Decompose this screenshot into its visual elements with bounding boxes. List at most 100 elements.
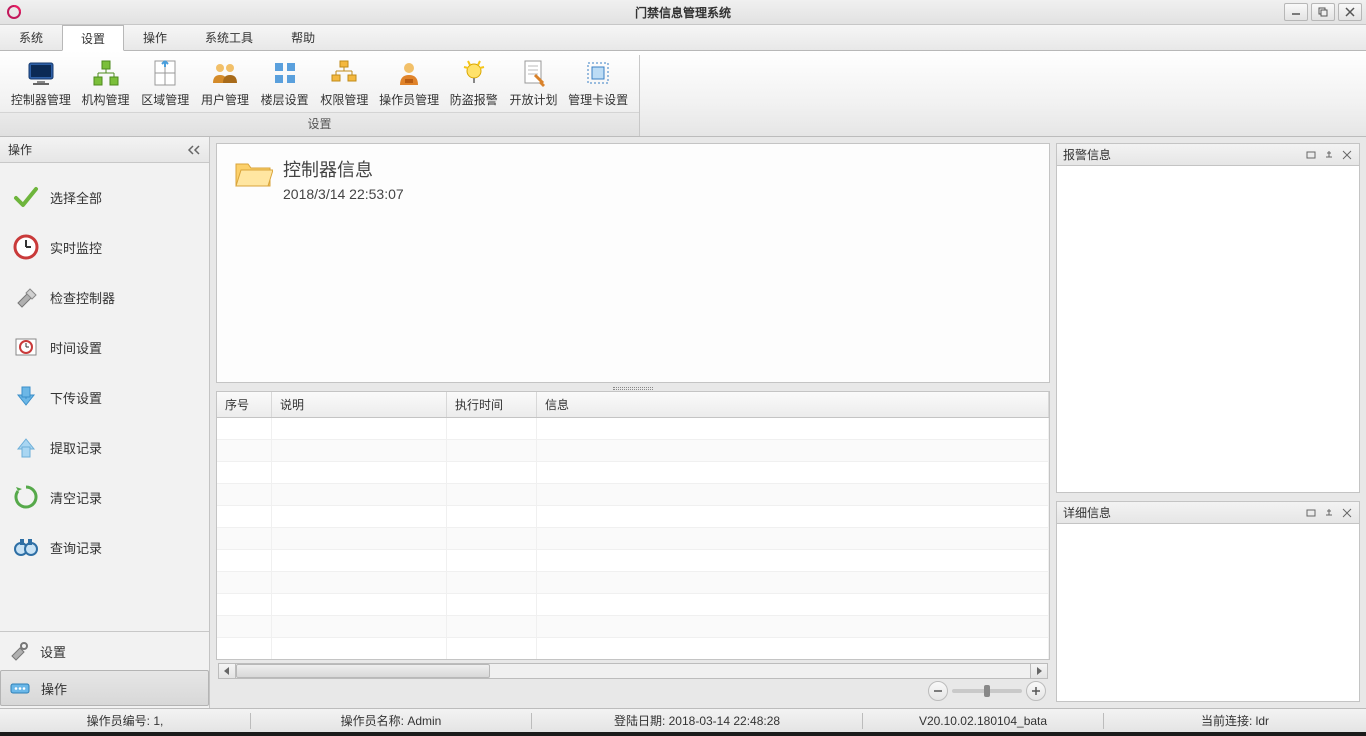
status-operator-name-value: Admin (407, 714, 441, 728)
log-table: 序号 说明 执行时间 信息 (216, 391, 1050, 660)
close-button[interactable] (1338, 3, 1362, 21)
ribbon-perm-mgmt[interactable]: 权限管理 (315, 55, 375, 112)
side-item-time-settings[interactable]: 时间设置 (4, 323, 205, 371)
recycle-icon (12, 483, 40, 511)
status-connection-label: 当前连接: (1201, 714, 1252, 728)
alarm-icon (458, 57, 490, 89)
side-item-download-settings[interactable]: 下传设置 (4, 373, 205, 421)
side-bottom-settings[interactable]: 设置 (0, 634, 209, 668)
wrench-icon (8, 640, 30, 662)
ribbon-label: 开放计划 (509, 91, 557, 108)
side-item-query-records[interactable]: 查询记录 (4, 523, 205, 571)
table-body (217, 418, 1049, 659)
status-operator-name-label: 操作员名称: (341, 714, 404, 728)
ribbon-operator-mgmt[interactable]: 操作员管理 (374, 55, 444, 112)
col-exectime[interactable]: 执行时间 (447, 392, 537, 417)
panel-window-icon[interactable] (1305, 507, 1317, 519)
side-item-select-all[interactable]: 选择全部 (4, 173, 205, 221)
info-panel-timestamp: 2018/3/14 22:53:07 (283, 186, 404, 202)
col-info[interactable]: 信息 (537, 392, 1049, 417)
status-login-date-label: 登陆日期: (614, 714, 665, 728)
alarm-panel: 报警信息 (1056, 143, 1360, 493)
panel-close-icon[interactable] (1341, 507, 1353, 519)
ribbon-label: 区域管理 (141, 91, 189, 108)
menu-operate[interactable]: 操作 (124, 25, 186, 50)
table-row (217, 440, 1049, 462)
scroll-right-button[interactable] (1030, 663, 1048, 679)
floors-icon (269, 57, 301, 89)
side-item-label: 清空记录 (50, 488, 102, 507)
side-panel-title: 操作 (8, 141, 32, 158)
zoom-bar (216, 680, 1050, 702)
main-area: 操作 选择全部 实时监控 检查控制器 时间设置 下传设置 (0, 137, 1366, 708)
org-icon (90, 57, 122, 89)
ribbon: 控制器管理 机构管理 区域管理 用户管理 楼层设置 权限管理 操作员管理 防盗 (0, 51, 1366, 137)
ribbon-floor-settings[interactable]: 楼层设置 (255, 55, 315, 112)
detail-panel: 详细信息 (1056, 501, 1360, 702)
clock-icon (12, 233, 40, 261)
ribbon-label: 控制器管理 (11, 91, 71, 108)
menu-system[interactable]: 系统 (0, 25, 62, 50)
panel-pin-icon[interactable] (1323, 149, 1335, 161)
app-title: 门禁信息管理系统 (0, 4, 1366, 21)
ribbon-user-mgmt[interactable]: 用户管理 (195, 55, 255, 112)
ribbon-controller-mgmt[interactable]: 控制器管理 (6, 55, 76, 112)
status-login-date-value: 2018-03-14 22:48:28 (669, 714, 780, 728)
side-item-realtime[interactable]: 实时监控 (4, 223, 205, 271)
alarm-panel-title: 报警信息 (1063, 146, 1111, 163)
side-panel-header: 操作 (0, 137, 209, 163)
col-seq[interactable]: 序号 (217, 392, 272, 417)
ribbon-card-settings[interactable]: 管理卡设置 (563, 55, 633, 112)
side-bottom-operate[interactable]: 操作 (0, 670, 209, 706)
side-item-check-controller[interactable]: 检查控制器 (4, 273, 205, 321)
ribbon-alarm[interactable]: 防盗报警 (444, 55, 504, 112)
collapse-icon[interactable] (187, 143, 201, 157)
side-item-extract-records[interactable]: 提取记录 (4, 423, 205, 471)
zoom-out-button[interactable] (928, 681, 948, 701)
time-icon (12, 333, 40, 361)
ribbon-org-mgmt[interactable]: 机构管理 (76, 55, 136, 112)
zoom-in-button[interactable] (1026, 681, 1046, 701)
alarm-panel-header: 报警信息 (1057, 144, 1359, 166)
table-row (217, 418, 1049, 440)
binoculars-icon (12, 533, 40, 561)
status-bar: 操作员编号: 1, 操作员名称: Admin 登陆日期: 2018-03-14 … (0, 708, 1366, 732)
side-item-label: 设置 (40, 642, 66, 661)
menu-systools[interactable]: 系统工具 (186, 25, 272, 50)
menu-help[interactable]: 帮助 (272, 25, 334, 50)
panel-close-icon[interactable] (1341, 149, 1353, 161)
minimize-button[interactable] (1284, 3, 1308, 21)
scroll-left-button[interactable] (218, 663, 236, 679)
table-row (217, 528, 1049, 550)
ribbon-open-plan[interactable]: 开放计划 (504, 55, 564, 112)
status-connection-value: ldr (1256, 714, 1269, 728)
side-panel: 操作 选择全部 实时监控 检查控制器 时间设置 下传设置 (0, 137, 210, 708)
users-icon (209, 57, 241, 89)
scroll-thumb[interactable] (236, 664, 490, 678)
tools-icon (12, 283, 40, 311)
ribbon-label: 权限管理 (320, 91, 368, 108)
zoom-slider[interactable] (952, 689, 1022, 693)
status-version: V20.10.02.180104_bata (919, 714, 1047, 728)
horizontal-scrollbar[interactable] (216, 660, 1050, 680)
status-operator-id-label: 操作员编号: (87, 714, 150, 728)
right-dock: 报警信息 详细信息 (1056, 137, 1366, 708)
table-row (217, 616, 1049, 638)
table-row (217, 572, 1049, 594)
maximize-button[interactable] (1311, 3, 1335, 21)
down-arrow-icon (12, 383, 40, 411)
status-operator-id-value: 1, (153, 714, 163, 728)
panel-window-icon[interactable] (1305, 149, 1317, 161)
info-panel: 控制器信息 2018/3/14 22:53:07 (216, 143, 1050, 383)
check-icon (12, 183, 40, 211)
panel-pin-icon[interactable] (1323, 507, 1335, 519)
ribbon-label: 管理卡设置 (568, 91, 628, 108)
side-item-clear-records[interactable]: 清空记录 (4, 473, 205, 521)
ribbon-area-mgmt[interactable]: 区域管理 (135, 55, 195, 112)
center-area: 控制器信息 2018/3/14 22:53:07 序号 说明 执行时间 信息 (210, 137, 1056, 708)
scroll-track[interactable] (235, 663, 1031, 679)
menu-settings[interactable]: 设置 (62, 25, 124, 51)
col-desc[interactable]: 说明 (272, 392, 447, 417)
side-item-label: 下传设置 (50, 388, 102, 407)
operator-icon (393, 57, 425, 89)
